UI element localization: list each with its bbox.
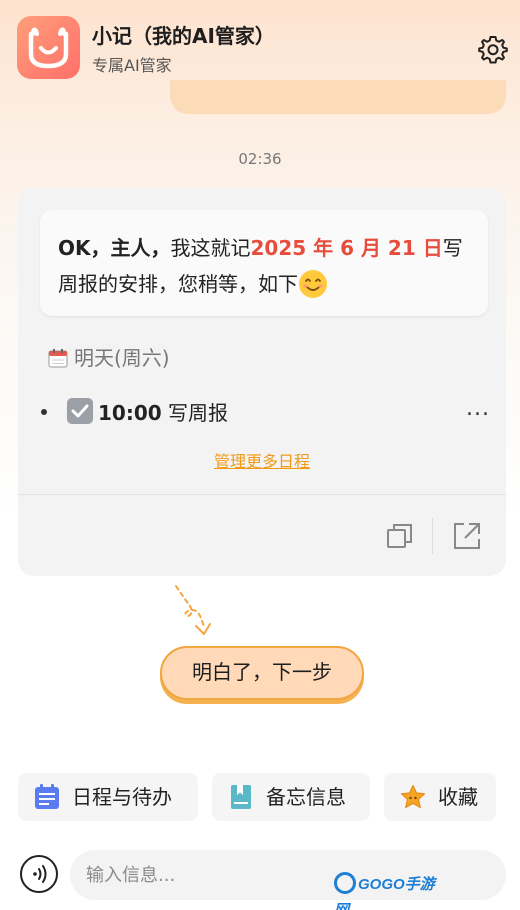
- app-logo[interactable]: [17, 16, 80, 79]
- bullet-dot: [41, 409, 47, 415]
- divider: [18, 494, 506, 495]
- quick-action-schedule[interactable]: 日程与待办: [18, 773, 198, 821]
- star-icon: [400, 784, 426, 809]
- schedule-day-label: 明天(周六): [74, 346, 170, 370]
- reply-text: OK，主人，我这就记2025 年 6 月 21 日写周报的安排，您稍等，如下: [40, 210, 488, 316]
- quick-action-label: 收藏: [438, 785, 478, 809]
- watermark: GOGO手游网: [334, 872, 444, 910]
- gear-icon[interactable]: [478, 34, 508, 64]
- bookmark-icon: [231, 785, 251, 809]
- previous-message-bubble: [170, 80, 506, 114]
- checkbox-checked-icon[interactable]: [67, 398, 93, 424]
- calendar-icon: [48, 349, 68, 368]
- copy-icon[interactable]: [386, 522, 414, 550]
- ai-response-card: OK，主人，我这就记2025 年 6 月 21 日写周报的安排，您稍等，如下 明…: [18, 188, 506, 576]
- quick-action-label: 备忘信息: [266, 785, 346, 809]
- schedule-task-row[interactable]: 10:00 写周报 ...: [38, 396, 494, 426]
- quick-action-favorites[interactable]: 收藏: [384, 773, 496, 821]
- voice-icon: [33, 865, 47, 883]
- smile-face-logo-icon: [28, 27, 69, 69]
- more-options-icon[interactable]: ...: [466, 396, 490, 421]
- schedule-day-heading: 明天(周六): [48, 342, 170, 371]
- message-timestamp: 02:36: [238, 150, 282, 168]
- header: 小记（我的AI管家） 专属AI管家: [0, 0, 520, 90]
- page-subtitle: 专属AI管家: [92, 56, 172, 75]
- action-separator: [432, 518, 433, 554]
- share-icon[interactable]: [452, 521, 482, 551]
- task-title: 写周报: [168, 401, 229, 425]
- dashed-arrow-icon: [175, 585, 211, 635]
- page-title: 小记（我的AI管家）: [92, 24, 275, 48]
- voice-input-button[interactable]: [20, 855, 58, 893]
- watermark-logo-icon: [334, 872, 356, 894]
- next-step-button[interactable]: 明白了，下一步: [160, 646, 364, 700]
- task-label: 10:00 写周报: [98, 397, 228, 426]
- smiling-face-emoji-icon: [299, 270, 327, 298]
- reply-text-before: 我这就记: [170, 236, 251, 260]
- quick-action-label: 日程与待办: [72, 785, 172, 809]
- manage-schedule-link[interactable]: 管理更多日程: [18, 448, 506, 472]
- reply-date: 2025 年 6 月 21 日: [250, 236, 443, 260]
- quick-action-memo[interactable]: 备忘信息: [212, 773, 370, 821]
- calendar-icon: [35, 784, 59, 809]
- reply-greeting: OK，主人，: [58, 236, 171, 260]
- task-time: 10:00: [98, 401, 162, 425]
